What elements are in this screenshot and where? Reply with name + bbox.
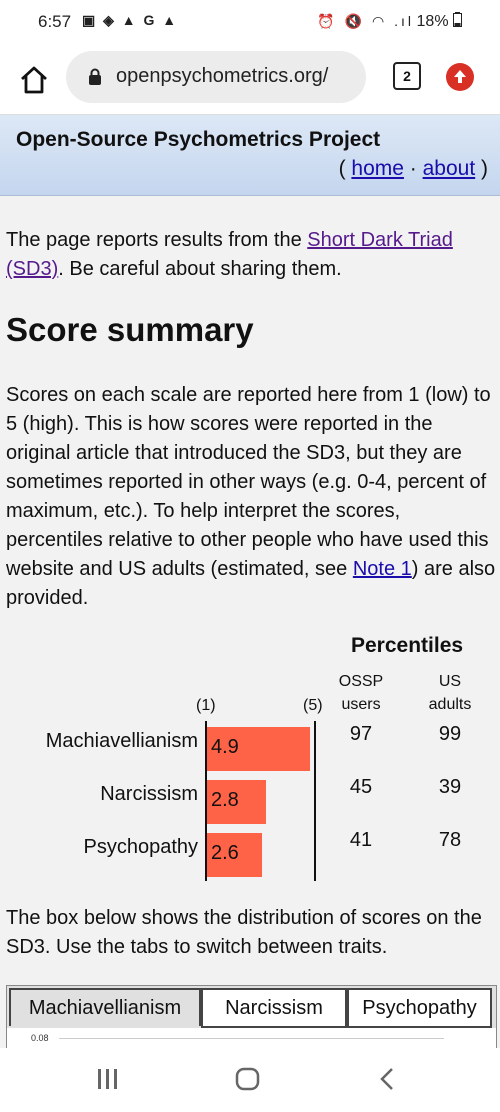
us-percentile: 39 <box>438 776 462 798</box>
home-link[interactable]: home <box>351 157 404 180</box>
site-title: Open-Source Psychometrics Project <box>16 128 381 151</box>
clock: 6:57 <box>38 12 72 31</box>
us-column-header: US adults <box>428 673 472 713</box>
lock-icon <box>89 68 101 85</box>
status-bar: 6:57 ▣ ◈ ▲ G ▲ ⏰ 🔇 ◠ .ıl 18% <box>0 0 500 46</box>
note-1-link[interactable]: Note 1 <box>353 558 412 580</box>
distribution-chart: 0.08 <box>7 1028 496 1048</box>
scale-max-label: (5) <box>303 697 323 714</box>
summary-paragraph: Scores on each scale are reported here f… <box>6 384 496 609</box>
intro-paragraph: The page reports results from the Short … <box>6 229 453 280</box>
tab-switcher-button[interactable]: 2 <box>393 62 421 90</box>
site-header: Open-Source Psychometrics Project ( home… <box>0 115 500 196</box>
percentiles-heading: Percentiles <box>351 634 464 657</box>
system-icons: ⏰ 🔇 ◠ .ıl <box>317 13 414 29</box>
us-percentile: 78 <box>438 829 462 851</box>
tab-psychopathy[interactable]: Psychopathy <box>347 988 492 1028</box>
notification-icons: ▣ ◈ ▲ G ▲ <box>82 12 179 28</box>
site-nav: ( home · about ) <box>338 157 488 180</box>
chart-gridline <box>59 1038 444 1039</box>
score-value: 2.8 <box>211 789 239 811</box>
system-nav-bar <box>0 1048 500 1112</box>
chart-tick-label: 0.08 <box>31 1033 49 1043</box>
about-link[interactable]: about <box>423 157 476 180</box>
ossp-percentile: 41 <box>349 829 373 851</box>
trait-label: Machiavellianism <box>45 730 198 752</box>
tab-narcissism[interactable]: Narcissism <box>201 988 347 1028</box>
score-bar: 4.9 <box>207 727 310 771</box>
address-bar[interactable]: openpsychometrics.org/ <box>66 51 366 103</box>
page-heading: Score summary <box>6 311 254 348</box>
url-text: openpsychometrics.org/ <box>116 65 329 87</box>
distribution-paragraph: The box below shows the distribution of … <box>6 907 482 958</box>
score-bar: 2.8 <box>207 780 266 824</box>
ossp-column-header: OSSP users <box>338 673 384 713</box>
ossp-percentile: 97 <box>349 723 373 745</box>
scale-min-label: (1) <box>196 697 216 714</box>
score-value: 2.6 <box>211 842 239 864</box>
back-icon[interactable] <box>377 1066 397 1092</box>
trait-label: Psychopathy <box>83 836 198 858</box>
home-icon[interactable] <box>18 64 50 96</box>
us-percentile: 99 <box>438 723 462 745</box>
score-value: 4.9 <box>211 736 239 758</box>
battery-icon <box>453 12 462 27</box>
battery-level: 18% <box>417 12 462 31</box>
ossp-percentile: 45 <box>349 776 373 798</box>
browser-toolbar: openpsychometrics.org/ 2 <box>0 46 500 115</box>
scale-axis-max <box>314 721 316 881</box>
recents-icon[interactable] <box>96 1068 120 1090</box>
distribution-box: Machiavellianism Narcissism Psychopathy … <box>6 985 497 1049</box>
tab-machiavellianism[interactable]: Machiavellianism <box>9 988 201 1026</box>
score-bar: 2.6 <box>207 833 262 877</box>
trait-label: Narcissism <box>100 783 198 805</box>
update-icon[interactable] <box>446 63 474 91</box>
home-nav-icon[interactable] <box>234 1066 262 1092</box>
